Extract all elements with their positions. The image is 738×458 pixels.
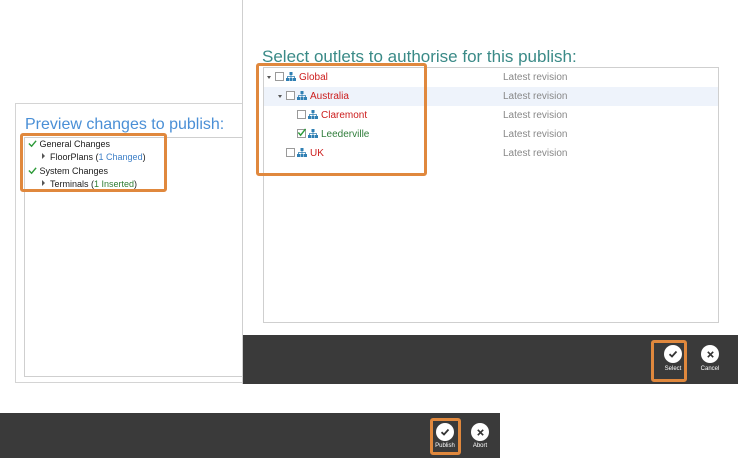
outlet-dialog-title: Select outlets to authorise for this pub…: [262, 47, 577, 66]
cancel-label: Cancel: [700, 366, 720, 372]
outlet-tree: Global Latest revision Australia Latest …: [263, 67, 719, 323]
outlet-row-uk[interactable]: UK Latest revision: [264, 144, 718, 163]
check-circle-icon: [664, 345, 682, 363]
hierarchy-icon: [297, 91, 307, 100]
outlet-row-claremont[interactable]: Claremont Latest revision: [264, 106, 718, 125]
outlet-name: Leederville: [321, 129, 370, 140]
outlet-action-bar: Select Cancel: [243, 335, 738, 384]
abort-button[interactable]: Abort: [466, 423, 494, 449]
outlet-revision: Latest revision: [503, 110, 568, 121]
select-button[interactable]: Select: [659, 345, 687, 372]
expand-arrow-icon: [42, 153, 45, 159]
outlet-row-leederville[interactable]: Leederville Latest revision: [264, 125, 718, 144]
collapse-arrow-icon[interactable]: [278, 95, 282, 98]
outlet-name: Claremont: [321, 110, 368, 121]
select-outlets-dialog: Select outlets to authorise for this pub…: [242, 0, 738, 384]
collapse-arrow-icon[interactable]: [267, 76, 271, 79]
outlet-revision: Latest revision: [503, 72, 568, 83]
outlet-row-global[interactable]: Global Latest revision: [264, 68, 718, 87]
outlet-checkbox[interactable]: [297, 110, 306, 119]
group-label: General Changes: [39, 139, 111, 149]
outlet-checkbox[interactable]: [275, 72, 284, 81]
close-circle-icon: [701, 345, 719, 363]
outlet-revision: Latest revision: [503, 148, 568, 159]
group-general-changes[interactable]: General Changes: [28, 139, 110, 152]
checkmark-icon: [297, 128, 306, 137]
check-icon: [28, 140, 37, 148]
hierarchy-icon: [308, 129, 318, 138]
publish-label: Publish: [435, 443, 455, 449]
cancel-button[interactable]: Cancel: [696, 345, 724, 372]
expand-arrow-icon: [42, 180, 45, 186]
hierarchy-icon: [286, 72, 296, 81]
outlet-revision: Latest revision: [503, 91, 568, 102]
group-label: System Changes: [39, 166, 109, 176]
check-circle-icon: [436, 423, 454, 441]
hierarchy-icon: [297, 148, 307, 157]
outlet-checkbox[interactable]: [286, 91, 295, 100]
preview-action-bar: Publish Abort: [0, 413, 500, 458]
change-item-floorplans[interactable]: FloorPlans (1 Changed): [28, 152, 146, 165]
outlet-name: Global: [299, 72, 328, 83]
outlet-checkbox[interactable]: [286, 148, 295, 157]
change-item-name: Terminals: [50, 179, 89, 189]
select-label: Select: [664, 366, 682, 372]
group-system-changes[interactable]: System Changes: [28, 166, 108, 179]
outlet-checkbox-checked[interactable]: [297, 128, 306, 138]
preview-title: Preview changes to publish:: [25, 116, 225, 133]
change-item-terminals[interactable]: Terminals (1 Inserted): [28, 179, 137, 192]
outlet-row-australia[interactable]: Australia Latest revision: [264, 87, 718, 106]
close-circle-icon: [471, 423, 489, 441]
change-item-name: FloorPlans: [50, 152, 94, 162]
outlet-name: UK: [310, 148, 324, 159]
change-count: 1 Inserted: [94, 179, 135, 189]
hierarchy-icon: [308, 110, 318, 119]
outlet-name: Australia: [310, 91, 349, 102]
outlet-revision: Latest revision: [503, 129, 568, 140]
change-count: 1 Changed: [98, 152, 143, 162]
check-icon: [28, 167, 37, 175]
publish-button[interactable]: Publish: [431, 423, 459, 449]
abort-label: Abort: [472, 443, 488, 449]
